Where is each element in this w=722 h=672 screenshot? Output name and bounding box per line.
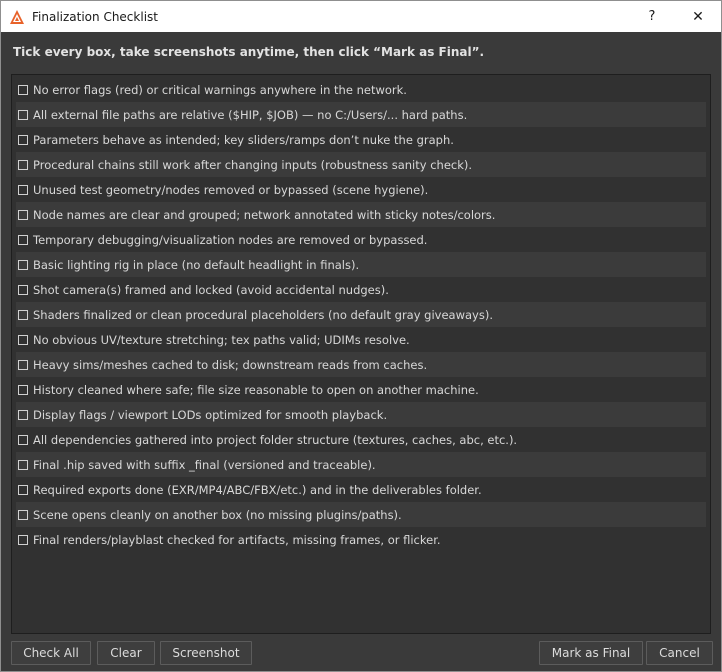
checkbox-unchecked-icon[interactable] <box>18 209 28 220</box>
checkbox-unchecked-icon[interactable] <box>18 509 28 520</box>
checkbox-unchecked-icon[interactable] <box>18 184 28 195</box>
checklist-item-label: History cleaned where safe; file size re… <box>33 382 479 397</box>
checklist-item-label: Required exports done (EXR/MP4/ABC/FBX/e… <box>33 482 482 497</box>
checklist-panel: No error flags (red) or critical warning… <box>11 74 711 634</box>
checkbox-unchecked-icon[interactable] <box>18 359 28 370</box>
checkbox-unchecked-icon[interactable] <box>18 484 28 495</box>
checklist-item[interactable]: Procedural chains still work after chang… <box>16 152 706 177</box>
checklist-item-label: No obvious UV/texture stretching; tex pa… <box>33 332 410 347</box>
close-button[interactable]: ✕ <box>675 1 721 32</box>
checklist-item-label: Procedural chains still work after chang… <box>33 157 473 172</box>
check-all-button[interactable]: Check All <box>11 641 91 665</box>
mark-as-final-button[interactable]: Mark as Final <box>539 641 643 665</box>
finalization-checklist-dialog: Finalization Checklist ? ✕ Tick every bo… <box>0 0 722 672</box>
checklist-item[interactable]: Heavy sims/meshes cached to disk; downst… <box>16 352 706 377</box>
checklist-item[interactable]: Scene opens cleanly on another box (no m… <box>16 502 706 527</box>
checkbox-unchecked-icon[interactable] <box>18 109 28 120</box>
checklist-item[interactable]: Parameters behave as intended; key slide… <box>16 127 706 152</box>
checkbox-unchecked-icon[interactable] <box>18 84 28 95</box>
checklist-item[interactable]: No obvious UV/texture stretching; tex pa… <box>16 327 706 352</box>
screenshot-button[interactable]: Screenshot <box>160 641 252 665</box>
checkbox-unchecked-icon[interactable] <box>18 409 28 420</box>
checklist-item-label: Final .hip saved with suffix _final (ver… <box>33 457 376 472</box>
checklist-item[interactable]: No error flags (red) or critical warning… <box>16 77 706 102</box>
checkbox-unchecked-icon[interactable] <box>18 334 28 345</box>
checklist-item-label: Shot camera(s) framed and locked (avoid … <box>33 282 389 297</box>
checklist-item-label: No error flags (red) or critical warning… <box>33 82 407 97</box>
checklist-item[interactable]: All dependencies gathered into project f… <box>16 427 706 452</box>
checklist-item-label: Temporary debugging/visualization nodes … <box>33 232 428 247</box>
checklist-item[interactable]: Node names are clear and grouped; networ… <box>16 202 706 227</box>
checkbox-unchecked-icon[interactable] <box>18 234 28 245</box>
checklist-item[interactable]: All external file paths are relative ($H… <box>16 102 706 127</box>
help-button[interactable]: ? <box>629 1 675 32</box>
checklist-item-label: All external file paths are relative ($H… <box>33 107 468 122</box>
clear-button[interactable]: Clear <box>97 641 155 665</box>
checklist-item[interactable]: Required exports done (EXR/MP4/ABC/FBX/e… <box>16 477 706 502</box>
checklist-item-label: Basic lighting rig in place (no default … <box>33 257 360 272</box>
checklist-item-label: Parameters behave as intended; key slide… <box>33 132 454 147</box>
houdini-logo-icon <box>10 10 24 24</box>
checklist-item-label: Heavy sims/meshes cached to disk; downst… <box>33 357 428 372</box>
checkbox-unchecked-icon[interactable] <box>18 384 28 395</box>
checkbox-unchecked-icon[interactable] <box>18 284 28 295</box>
checklist-item[interactable]: Final .hip saved with suffix _final (ver… <box>16 452 706 477</box>
checklist-item-label: All dependencies gathered into project f… <box>33 432 518 447</box>
checklist-item-label: Node names are clear and grouped; networ… <box>33 207 496 222</box>
checklist-item[interactable]: Basic lighting rig in place (no default … <box>16 252 706 277</box>
checkbox-unchecked-icon[interactable] <box>18 309 28 320</box>
checkbox-unchecked-icon[interactable] <box>18 459 28 470</box>
help-icon: ? <box>648 9 656 24</box>
checklist-item-label: Final renders/playblast checked for arti… <box>33 532 441 547</box>
checklist-item[interactable]: Unused test geometry/nodes removed or by… <box>16 177 706 202</box>
checklist-item-label: Display flags / viewport LODs optimized … <box>33 407 388 422</box>
checkbox-unchecked-icon[interactable] <box>18 434 28 445</box>
checklist-item[interactable]: Shot camera(s) framed and locked (avoid … <box>16 277 706 302</box>
checklist-item[interactable]: History cleaned where safe; file size re… <box>16 377 706 402</box>
instruction-text: Tick every box, take screenshots anytime… <box>13 45 485 59</box>
title-bar: Finalization Checklist ? ✕ <box>1 1 721 32</box>
close-icon: ✕ <box>692 8 704 25</box>
checklist-item[interactable]: Display flags / viewport LODs optimized … <box>16 402 706 427</box>
window-title: Finalization Checklist <box>32 10 158 24</box>
checklist-item[interactable]: Temporary debugging/visualization nodes … <box>16 227 706 252</box>
checklist-item[interactable]: Final renders/playblast checked for arti… <box>16 527 706 552</box>
checkbox-unchecked-icon[interactable] <box>18 159 28 170</box>
checkbox-unchecked-icon[interactable] <box>18 259 28 270</box>
checklist-item-label: Shaders finalized or clean procedural pl… <box>33 307 493 322</box>
checklist-item[interactable]: Shaders finalized or clean procedural pl… <box>16 302 706 327</box>
checklist-item-label: Scene opens cleanly on another box (no m… <box>33 507 402 522</box>
checklist-item-label: Unused test geometry/nodes removed or by… <box>33 182 429 197</box>
checkbox-unchecked-icon[interactable] <box>18 534 28 545</box>
checkbox-unchecked-icon[interactable] <box>18 134 28 145</box>
checklist-items: No error flags (red) or critical warning… <box>16 77 706 552</box>
cancel-button[interactable]: Cancel <box>646 641 713 665</box>
